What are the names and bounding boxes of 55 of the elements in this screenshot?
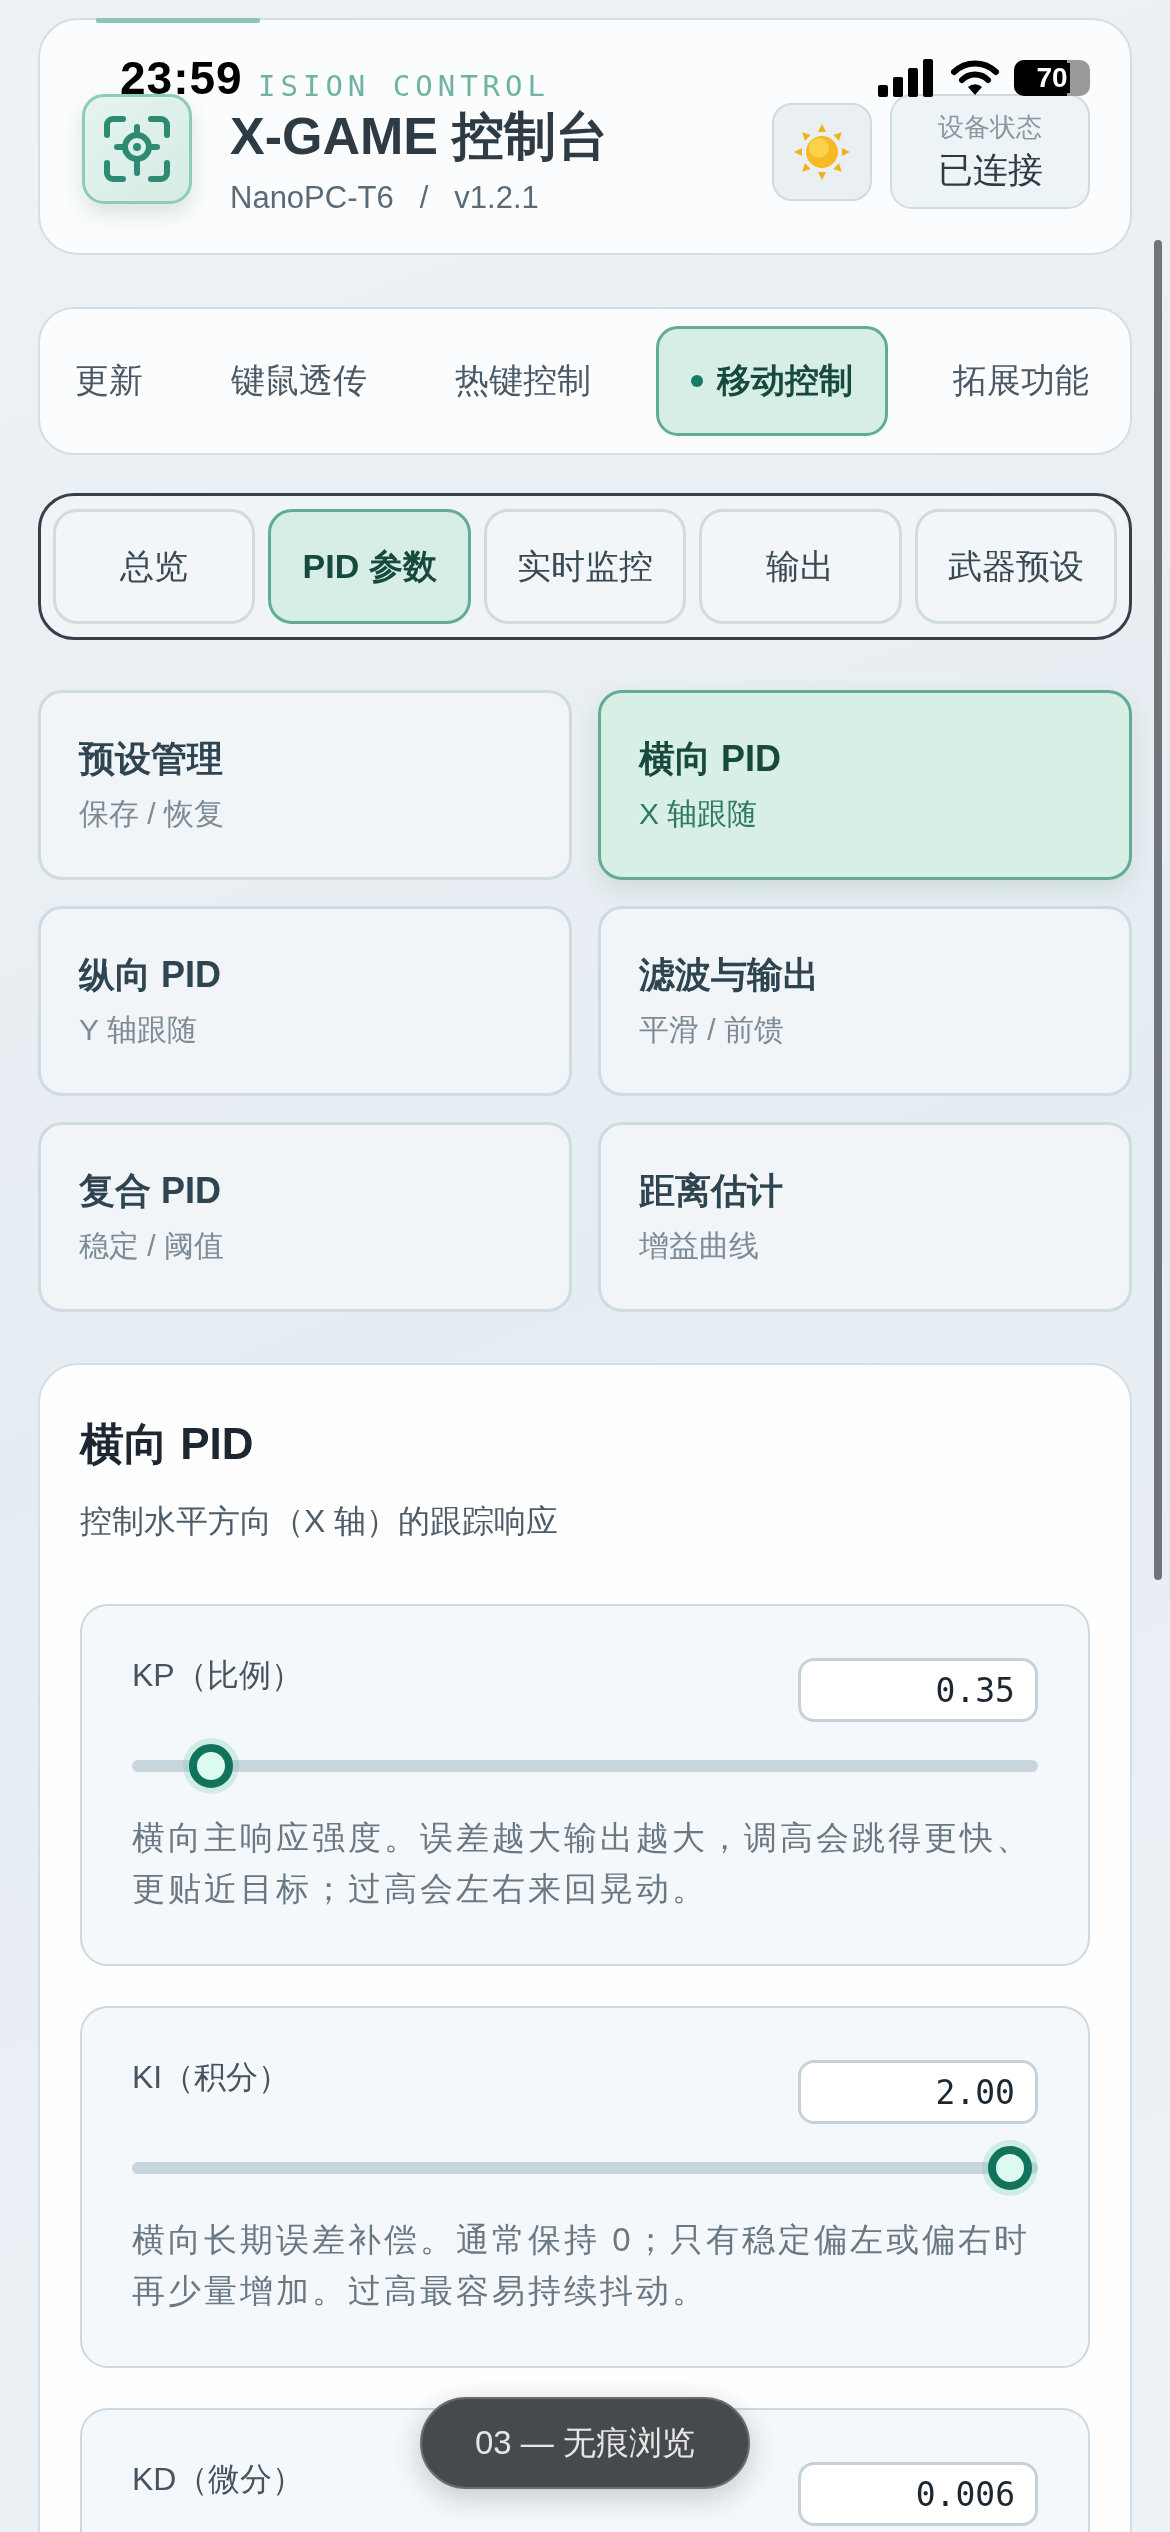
main-tab[interactable]: 热键控制 bbox=[432, 326, 614, 436]
battery-indicator: 70 bbox=[1014, 60, 1090, 96]
section-title: 预设管理 bbox=[79, 737, 224, 781]
brand-tagline: ISION CONTROL bbox=[258, 67, 551, 104]
section-title: 横向 PID bbox=[639, 737, 782, 781]
toast-message: 03 — 无痕浏览 bbox=[420, 2397, 750, 2489]
value-field[interactable]: 2.00 bbox=[798, 2060, 1038, 2124]
sub-tab[interactable]: 武器预设 bbox=[914, 509, 1117, 624]
parameter-label: KP（比例） bbox=[132, 1656, 303, 1695]
app-title: X-GAME 控制台 bbox=[230, 105, 610, 167]
section-subtitle: 增益曲线 bbox=[639, 1228, 760, 1264]
section-subtitle: 保存 / 恢复 bbox=[79, 796, 225, 832]
section-title: 距离估计 bbox=[639, 1169, 784, 1213]
slider-thumb[interactable] bbox=[988, 2146, 1032, 2190]
main-tab[interactable]: 拓展功能 bbox=[930, 326, 1112, 436]
section-title: 复合 PID bbox=[79, 1169, 222, 1213]
main-tab[interactable]: 键鼠透传 bbox=[208, 326, 390, 436]
sub-tab[interactable]: 输出 bbox=[699, 509, 902, 624]
status-label: 设备状态 bbox=[938, 110, 1042, 144]
device-name: NanoPC-T6 bbox=[230, 179, 394, 216]
status-value: 已连接 bbox=[937, 148, 1043, 191]
section-title: 纵向 PID bbox=[79, 953, 222, 997]
main-tab[interactable]: 更新 bbox=[52, 326, 166, 436]
section-card[interactable]: 滤波与输出 平滑 / 前馈 bbox=[598, 906, 1132, 1096]
section-subtitle: 平滑 / 前馈 bbox=[639, 1012, 785, 1048]
panel-title: 横向 PID bbox=[80, 1418, 255, 1470]
sub-tab[interactable]: PID 参数 bbox=[268, 509, 471, 624]
parameter-label: KD（微分） bbox=[132, 2460, 305, 2499]
section-subtitle: Y 轴跟随 bbox=[79, 1012, 198, 1048]
scrollbar[interactable] bbox=[1154, 240, 1162, 1580]
parameter-description: 横向主响应强度。误差越大输出越大，调高会跳得更快、更贴近目标；过高会左右来回晃动。 bbox=[132, 1818, 1033, 1909]
section-card[interactable]: 横向 PID X 轴跟随 bbox=[598, 690, 1132, 880]
parameter-label: KI（积分） bbox=[132, 2058, 291, 2097]
signal-icon bbox=[878, 59, 936, 97]
status-time: 23:59 bbox=[120, 51, 243, 105]
separator: / bbox=[419, 179, 429, 216]
value-field[interactable]: 0.006 bbox=[798, 2462, 1038, 2526]
theme-toggle-button[interactable] bbox=[772, 102, 872, 201]
section-card[interactable]: 预设管理 保存 / 恢复 bbox=[38, 690, 572, 880]
parameter-description: 横向长期误差补偿。通常保持 0；只有稳定偏左或偏右时再少量增加。过高最容易持续抖动。 bbox=[132, 2220, 1031, 2311]
section-card[interactable]: 复合 PID 稳定 / 阈值 bbox=[38, 1122, 572, 1312]
section-subtitle: X 轴跟随 bbox=[639, 796, 759, 832]
sub-tab[interactable]: 总览 bbox=[53, 509, 256, 624]
wifi-icon bbox=[950, 59, 1000, 97]
value-field[interactable]: 0.35 bbox=[798, 1658, 1038, 1722]
panel-description: 控制水平方向（X 轴）的跟踪响应 bbox=[80, 1502, 560, 1541]
target-scan-icon bbox=[103, 114, 171, 183]
version-label: v1.2.1 bbox=[454, 179, 539, 216]
main-tab[interactable]: 移动控制 bbox=[656, 326, 888, 436]
sub-tab[interactable]: 实时监控 bbox=[483, 509, 687, 624]
slider-thumb[interactable] bbox=[189, 1744, 233, 1788]
section-title: 滤波与输出 bbox=[639, 953, 820, 997]
section-card[interactable]: 距离估计 增益曲线 bbox=[598, 1122, 1132, 1312]
section-card[interactable]: 纵向 PID Y 轴跟随 bbox=[38, 906, 572, 1096]
section-subtitle: 稳定 / 阈值 bbox=[79, 1228, 225, 1264]
